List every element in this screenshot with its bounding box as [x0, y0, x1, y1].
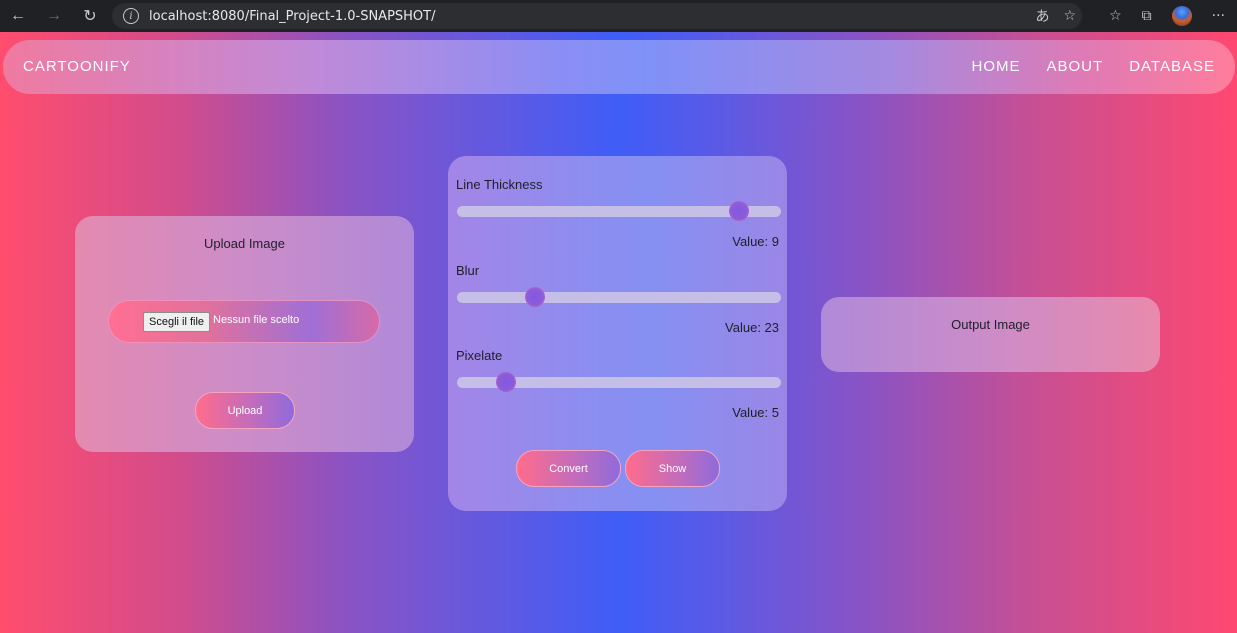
nav-home-link[interactable]: HOME [972, 58, 1021, 75]
info-icon[interactable]: i [123, 8, 139, 24]
pixelate-value: Value: 5 [732, 405, 779, 420]
url-text: localhost:8080/Final_Project-1.0-SNAPSHO… [149, 8, 436, 24]
browser-toolbar: ← → ↻ i localhost:8080/Final_Project-1.0… [0, 0, 1237, 32]
file-input-container[interactable]: Scegli il file Nessun file scelto [109, 301, 379, 342]
translate-icon[interactable]: あ [1035, 6, 1049, 26]
add-favorite-icon[interactable]: ☆ [1063, 8, 1076, 24]
favorites-icon[interactable]: ☆ [1109, 8, 1122, 24]
upload-title: Upload Image [204, 236, 285, 251]
pixelate-thumb[interactable] [495, 372, 516, 392]
blur-value: Value: 23 [725, 320, 779, 335]
controls-panel: Line Thickness Value: 9 Blur Value: 23 P… [448, 156, 787, 511]
blur-label: Blur [456, 263, 480, 278]
nav-database-link[interactable]: DATABASE [1129, 58, 1215, 75]
main-nav: HOME ABOUT DATABASE [972, 58, 1216, 75]
line-thickness-value: Value: 9 [732, 234, 779, 249]
output-title: Output Image [951, 317, 1030, 332]
line-thickness-slider[interactable] [457, 201, 781, 221]
address-bar[interactable]: i localhost:8080/Final_Project-1.0-SNAPS… [112, 3, 1082, 29]
profile-avatar[interactable] [1171, 6, 1192, 26]
pixelate-slider[interactable] [457, 372, 781, 392]
refresh-icon[interactable]: ↻ [72, 0, 108, 32]
pixelate-label: Pixelate [456, 348, 503, 363]
upload-panel: Upload Image Scegli il file Nessun file … [75, 216, 414, 452]
file-status-text: Nessun file scelto [213, 314, 300, 326]
collections-icon[interactable]: ⧉ [1142, 8, 1152, 24]
more-icon[interactable]: ··· [1212, 8, 1225, 24]
output-panel: Output Image [821, 297, 1160, 372]
site-header: CARTOONIFY HOME ABOUT DATABASE [3, 40, 1235, 94]
choose-file-button[interactable]: Scegli il file [143, 312, 211, 332]
back-arrow-icon[interactable]: ← [0, 0, 36, 32]
show-button[interactable]: Show [625, 450, 720, 487]
brand-logo-text[interactable]: CARTOONIFY [23, 58, 131, 75]
blur-thumb[interactable] [524, 287, 545, 307]
convert-button[interactable]: Convert [516, 450, 621, 487]
forward-arrow-icon[interactable]: → [36, 0, 72, 32]
line-thickness-thumb[interactable] [728, 201, 749, 221]
blur-slider[interactable] [457, 287, 781, 307]
upload-button[interactable]: Upload [195, 392, 295, 429]
nav-about-link[interactable]: ABOUT [1047, 58, 1104, 75]
line-thickness-label: Line Thickness [456, 177, 543, 192]
